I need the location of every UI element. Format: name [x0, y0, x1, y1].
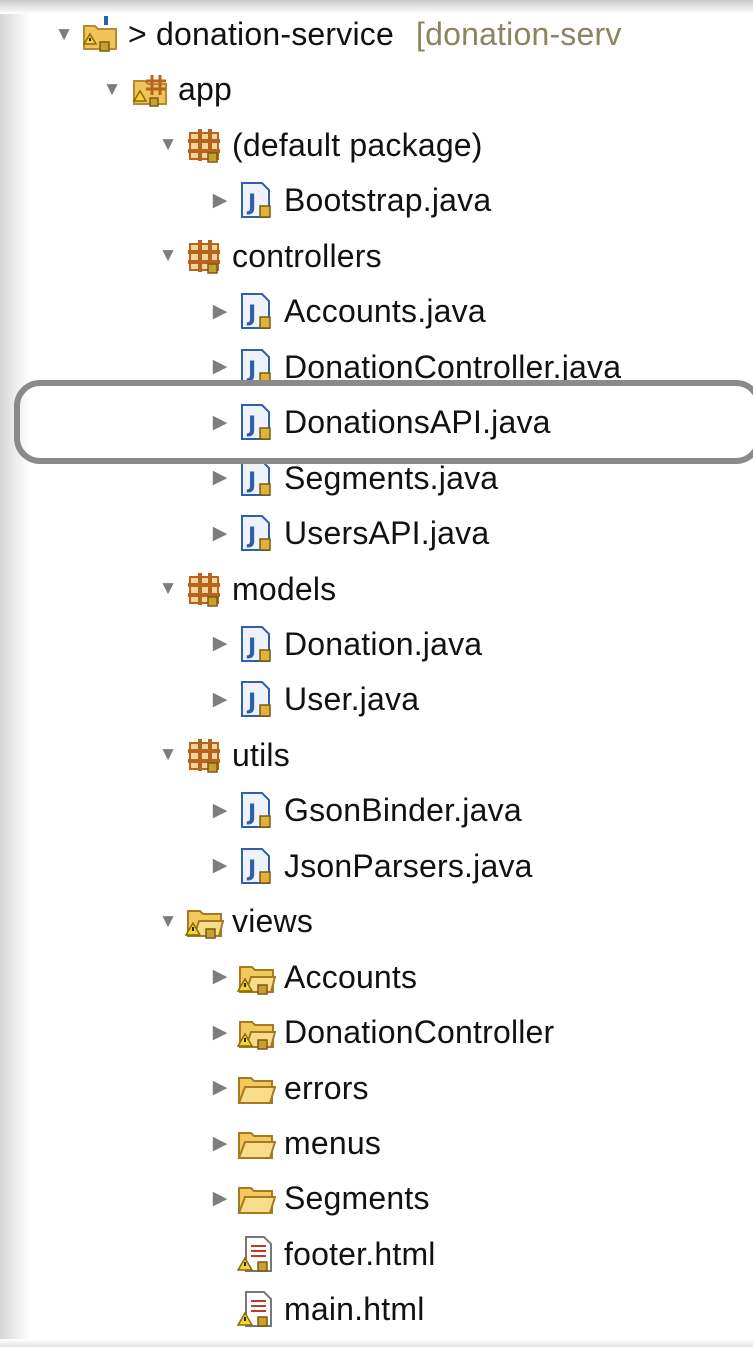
- tree-item-label: errors: [284, 1069, 369, 1106]
- tree-item-label: User.java: [284, 681, 420, 718]
- svg-text:J: J: [246, 358, 256, 383]
- svg-text:J: J: [246, 801, 256, 826]
- collapsed-arrow-icon[interactable]: ▶: [210, 689, 230, 709]
- collapsed-arrow-icon[interactable]: ▶: [210, 1188, 230, 1208]
- tree-item-user-java[interactable]: ▶ J User.java: [0, 673, 753, 725]
- tree-item-project[interactable]: ▼ > donation-service [donation-serv: [0, 8, 753, 60]
- project-name: > donation-service: [128, 16, 394, 52]
- highlight-ring: [14, 380, 753, 464]
- package-icon: [184, 125, 224, 165]
- folder-icon: [236, 1178, 276, 1218]
- tree-item-footer-html[interactable]: footer.html: [0, 1228, 753, 1280]
- tree-item-views-donationcontroller[interactable]: ▶ DonationController: [0, 1006, 753, 1058]
- folder-icon: [236, 957, 276, 997]
- expanded-arrow-icon[interactable]: ▼: [54, 24, 74, 44]
- collapsed-arrow-icon[interactable]: ▶: [210, 357, 230, 377]
- tree-item-views-errors[interactable]: ▶ errors: [0, 1062, 753, 1114]
- svg-text:J: J: [246, 857, 256, 882]
- tree-item-label: views: [232, 903, 314, 940]
- tree-item-label: > donation-service [donation-serv: [128, 18, 622, 50]
- tree-item-label: utils: [232, 736, 290, 773]
- tree-item-label: GsonBinder.java: [284, 792, 522, 829]
- folder-icon: [236, 1123, 276, 1163]
- java-file-icon: J: [236, 513, 276, 553]
- svg-text:J: J: [246, 302, 256, 327]
- tree-item-views-segments[interactable]: ▶ Segments: [0, 1172, 753, 1224]
- svg-text:J: J: [246, 635, 256, 660]
- collapsed-arrow-icon[interactable]: ▶: [210, 967, 230, 987]
- tree-item-controllers[interactable]: ▼ controllers: [0, 230, 753, 282]
- collapsed-arrow-icon[interactable]: ▶: [210, 468, 230, 488]
- package-icon: [184, 735, 224, 775]
- tree-item-label: menus: [284, 1125, 382, 1161]
- package-icon: [184, 569, 224, 609]
- tree-item-label: UsersAPI.java: [284, 515, 490, 552]
- project-hint: [donation-serv: [415, 16, 622, 52]
- collapsed-arrow-icon[interactable]: ▶: [210, 1133, 230, 1153]
- expanded-arrow-icon[interactable]: ▼: [158, 246, 178, 266]
- tree-item-label: Donation.java: [284, 625, 483, 662]
- tree-item-jsonparsers-java[interactable]: ▶ J JsonParsers.java: [0, 840, 753, 892]
- package-icon: [184, 236, 224, 276]
- tree-item-main-html[interactable]: main.html: [0, 1283, 753, 1335]
- java-file-icon: J: [236, 846, 276, 886]
- panel-edge: [0, 1339, 753, 1347]
- html-file-icon: [236, 1289, 276, 1329]
- tree-item-label: DonationController: [284, 1014, 555, 1051]
- tree-item-app[interactable]: ▼ app: [0, 63, 753, 115]
- tree-item-gsonbinder-java[interactable]: ▶ J GsonBinder.java: [0, 784, 753, 836]
- java-file-icon: J: [236, 624, 276, 664]
- expanded-arrow-icon[interactable]: ▼: [158, 135, 178, 155]
- tree-item-views[interactable]: ▼ views: [0, 895, 753, 947]
- collapsed-arrow-icon[interactable]: ▶: [210, 1022, 230, 1042]
- tree-item-accounts-java[interactable]: ▶ J Accounts.java: [0, 285, 753, 337]
- tree-item-bootstrap[interactable]: ▶ J Bootstrap.java: [0, 174, 753, 226]
- java-file-icon: J: [236, 679, 276, 719]
- java-file-icon: J: [236, 180, 276, 220]
- tree-item-label: DonationController.java: [284, 348, 622, 385]
- tree-item-utils[interactable]: ▼ utils: [0, 729, 753, 781]
- tree-item-label: JsonParsers.java: [284, 847, 533, 884]
- tree-item-label: Segments.java: [284, 459, 499, 496]
- source-folder-icon: [130, 69, 170, 109]
- folder-icon: [236, 1068, 276, 1108]
- java-file-icon: J: [236, 790, 276, 830]
- svg-text:J: J: [246, 690, 256, 715]
- expanded-arrow-icon[interactable]: ▼: [158, 579, 178, 599]
- tree-item-label: Accounts.java: [284, 293, 486, 330]
- collapsed-arrow-icon[interactable]: ▶: [210, 1078, 230, 1098]
- expanded-arrow-icon[interactable]: ▼: [158, 911, 178, 931]
- collapsed-arrow-icon[interactable]: ▶: [210, 190, 230, 210]
- collapsed-arrow-icon[interactable]: ▶: [210, 856, 230, 876]
- tree-item-usersapi-java[interactable]: ▶ J UsersAPI.java: [0, 507, 753, 559]
- folder-icon: [236, 1012, 276, 1052]
- collapsed-arrow-icon[interactable]: ▶: [210, 634, 230, 654]
- collapsed-arrow-icon[interactable]: ▶: [210, 800, 230, 820]
- tree-item-label: app: [178, 71, 232, 108]
- tree-item-label: Segments: [284, 1180, 430, 1217]
- svg-text:J: J: [246, 469, 256, 494]
- svg-text:J: J: [246, 524, 256, 549]
- tree-item-label: Accounts: [284, 958, 418, 995]
- folder-icon: [184, 901, 224, 941]
- tree-item-label: (default package): [232, 126, 483, 163]
- tree-item-views-accounts[interactable]: ▶ Accounts: [0, 951, 753, 1003]
- tree-item-label: footer.html: [284, 1235, 436, 1272]
- collapsed-arrow-icon[interactable]: ▶: [210, 523, 230, 543]
- expanded-arrow-icon[interactable]: ▼: [158, 745, 178, 765]
- tree-item-label: models: [232, 570, 337, 607]
- tree-item-models[interactable]: ▼ models: [0, 563, 753, 615]
- java-project-icon: [80, 14, 120, 54]
- collapsed-arrow-icon[interactable]: ▶: [210, 301, 230, 321]
- tree-item-default-package[interactable]: ▼ (default package): [0, 119, 753, 171]
- html-file-icon: [236, 1234, 276, 1274]
- tree-item-label: main.html: [284, 1291, 425, 1328]
- expanded-arrow-icon[interactable]: ▼: [102, 79, 122, 99]
- tree-item-donation-java[interactable]: ▶ J Donation.java: [0, 618, 753, 670]
- java-file-icon: J: [236, 291, 276, 331]
- tree-item-views-menus[interactable]: ▶ menus: [0, 1117, 753, 1169]
- svg-text:J: J: [246, 191, 256, 216]
- tree-item-label: Bootstrap.java: [284, 182, 492, 219]
- tree-item-label: controllers: [232, 237, 382, 274]
